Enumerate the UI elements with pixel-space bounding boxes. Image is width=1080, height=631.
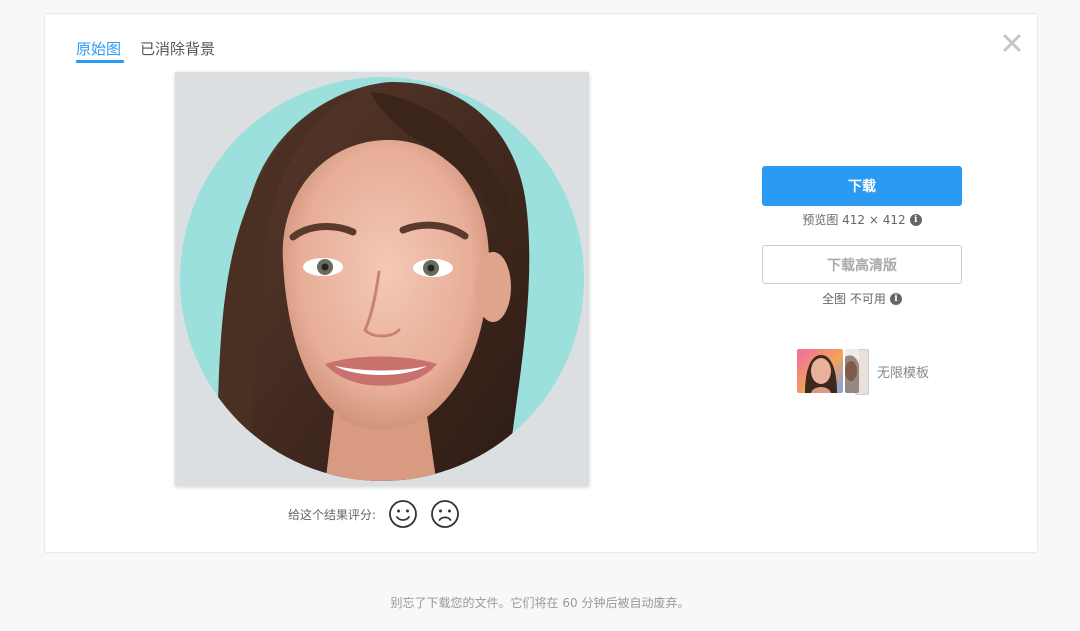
result-card: 原始图 已消除背景 给这个结果评分: 下载 预览图 412 × 412 i 下载… [44,13,1038,553]
full-image-text: 全图 不可用 [822,292,886,306]
download-button[interactable]: 下载 [762,166,962,206]
full-image-note: 全图 不可用 i [762,290,962,307]
footer-note: 别忘了下载您的文件。它们将在 60 分钟后被自动废弃。 [390,596,690,610]
preview-image [175,72,589,486]
active-tab-indicator [76,60,124,63]
templates-label: 无限模板 [877,365,930,381]
smile-icon[interactable] [388,499,418,529]
template-thumbnails [797,348,869,395]
close-icon[interactable] [1001,32,1023,54]
preview-size-note: 预览图 412 × 412 i [762,211,962,228]
rating-label: 给这个结果评分: [288,507,377,522]
template-thumbnail [845,349,859,393]
frown-icon[interactable] [430,499,460,529]
download-hd-button[interactable]: 下载高清版 [762,245,962,284]
tab-background-removed[interactable]: 已消除背景 [140,38,215,59]
info-icon[interactable]: i [909,213,922,226]
portrait-image [180,77,584,481]
info-icon[interactable]: i [889,292,902,305]
rating-bar: 给这个结果评分: [288,498,460,530]
preview-size-text: 预览图 412 × 412 [802,213,906,227]
unlimited-templates-link[interactable]: 无限模板 [797,348,930,395]
template-thumbnail [797,349,843,393]
tab-original[interactable]: 原始图 [76,38,121,59]
